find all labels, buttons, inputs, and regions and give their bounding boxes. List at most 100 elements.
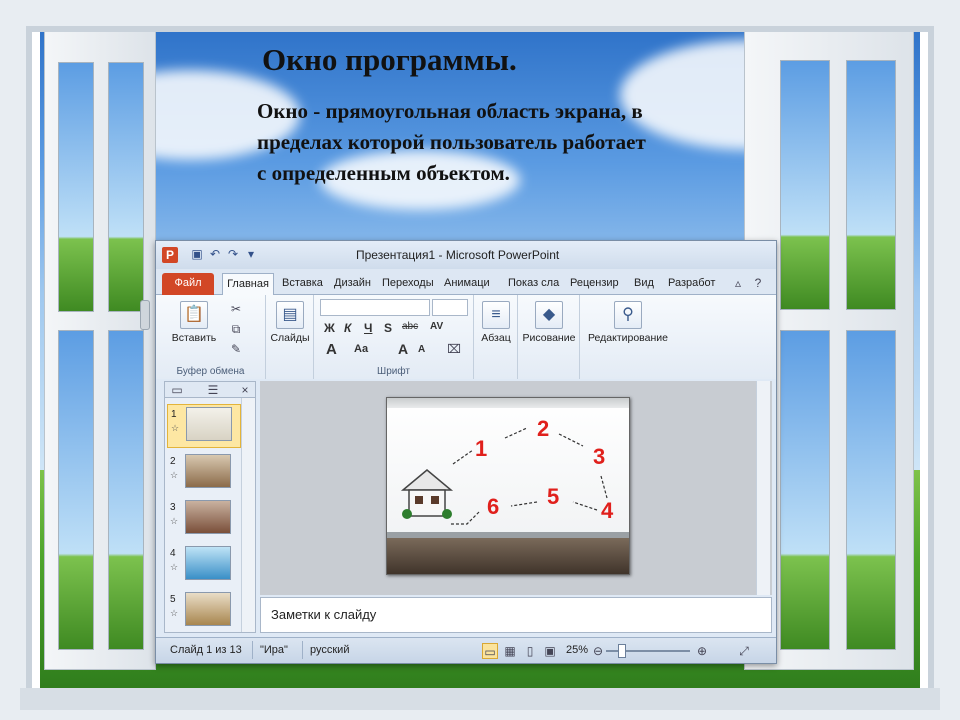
current-slide[interactable]: 1 2 3 4 5 6 — [386, 397, 630, 575]
help-icon[interactable]: ? — [750, 275, 766, 291]
powerpoint-icon[interactable]: P — [162, 247, 178, 263]
slide-number-label: 5 — [547, 484, 560, 509]
slideshow-view-icon[interactable]: ▣ — [542, 643, 558, 659]
editing-button[interactable]: ⚲ Редактирование — [582, 301, 674, 344]
slide-thumbnail[interactable]: 4 ☆ — [167, 544, 241, 588]
font-group-label: Шрифт — [377, 366, 410, 377]
tab-developer[interactable]: Разработ — [664, 273, 724, 295]
status-separator — [252, 641, 253, 659]
reading-view-icon[interactable]: ▯ — [522, 643, 538, 659]
tab-slideshow[interactable]: Показ сла — [504, 273, 564, 295]
paste-label: Вставить — [171, 332, 217, 344]
thumbnail-number: 5 — [170, 594, 176, 605]
tab-view[interactable]: Вид — [630, 273, 662, 295]
paragraph-button[interactable]: ≡ Абзац — [476, 301, 516, 344]
italic-button[interactable]: К — [344, 321, 351, 335]
tab-design[interactable]: Дизайн — [330, 273, 376, 295]
tab-insert[interactable]: Вставка — [278, 273, 328, 295]
redo-icon[interactable]: ↷ — [226, 247, 240, 261]
underline-button[interactable]: Ч — [364, 321, 372, 335]
thumbnail-number: 1 — [171, 409, 177, 420]
drawing-button[interactable]: ◆ Рисование — [520, 301, 578, 344]
paste-icon: 📋 — [180, 301, 208, 329]
outline-tab-icon[interactable]: ☰ — [205, 382, 221, 398]
slide-sorter-icon[interactable]: ▦ — [502, 643, 518, 659]
minimize-ribbon-icon[interactable]: ▵ — [730, 275, 746, 291]
tab-animations[interactable]: Анимаци — [440, 273, 502, 295]
star-icon: ☆ — [170, 516, 179, 526]
cut-icon[interactable]: ✂ — [228, 301, 244, 317]
notes-pane[interactable]: Заметки к слайду — [260, 597, 772, 633]
save-icon[interactable]: ▣ — [190, 247, 204, 261]
qat-menu-icon[interactable]: ▾ — [244, 247, 258, 261]
grow-font-button[interactable]: A — [398, 341, 408, 357]
fit-to-window-icon[interactable]: ⤢ — [736, 643, 752, 659]
slide-number-label: 6 — [487, 494, 500, 519]
zoom-out-icon[interactable]: ⊖ — [590, 643, 606, 659]
shrink-font-button[interactable]: A — [418, 344, 425, 355]
copy-icon[interactable]: ⧉ — [228, 321, 244, 337]
tab-file[interactable]: Файл — [162, 273, 214, 295]
page-title: Окно программы. — [262, 42, 517, 77]
tab-home[interactable]: Главная — [222, 273, 274, 295]
slides-group: ▤ Слайды — [266, 295, 314, 379]
format-painter-icon[interactable]: ✎ — [228, 341, 244, 357]
clear-formatting-icon[interactable]: ⌧ — [446, 341, 462, 357]
thumbnail-image — [185, 500, 231, 534]
star-icon: ☆ — [170, 562, 179, 572]
editing-group: ⚲ Редактирование — [580, 295, 676, 379]
slides-thumbnail-pane: ▭ ☰ × 1 ☆ 2 ☆ 3 ☆ 4 ☆ 5 ☆ — [164, 381, 256, 633]
bold-button[interactable]: Ж — [324, 321, 335, 335]
font-color-button[interactable]: A — [326, 341, 337, 358]
paragraph-group: ≡ Абзац — [474, 295, 518, 379]
powerpoint-window: P ▣ ↶ ↷ ▾ Презентация1 - Microsoft Power… — [155, 240, 777, 664]
slide-counter: Слайд 1 из 13 — [170, 644, 242, 656]
ribbon-tabs: Файл Главная Вставка Дизайн Переходы Ани… — [156, 269, 776, 295]
slides-button[interactable]: ▤ Слайды — [270, 301, 310, 344]
slides-tab-icon[interactable]: ▭ — [169, 382, 185, 398]
font-size-select[interactable] — [432, 299, 468, 316]
ribbon: 📋 Вставить ✂ ⧉ ✎ Буфер обмена ▤ Слайды Ж… — [156, 295, 776, 379]
star-icon: ☆ — [170, 470, 179, 480]
shadow-button[interactable]: S — [384, 321, 392, 335]
slides-icon: ▤ — [276, 301, 304, 329]
zoom-slider-handle[interactable] — [618, 644, 626, 658]
language-indicator[interactable]: русский — [310, 644, 349, 656]
zoom-level[interactable]: 25% — [566, 644, 588, 656]
undo-icon[interactable]: ↶ — [208, 247, 222, 261]
definition-text: Окно - прямоугольная область экрана, в п… — [257, 99, 646, 185]
thumbnail-scrollbar[interactable] — [241, 398, 255, 632]
status-bar: Слайд 1 из 13 "Ира" русский ▭ ▦ ▯ ▣ 25% … — [156, 637, 776, 663]
editing-label: Редактирование — [588, 332, 668, 344]
tab-review[interactable]: Рецензир — [566, 273, 628, 295]
strikethrough-button[interactable]: abc — [402, 321, 418, 332]
thumbnail-image — [185, 454, 231, 488]
paste-button[interactable]: 📋 Вставить — [166, 301, 222, 344]
slide-number-label: 3 — [593, 444, 606, 469]
slide-shelf — [387, 538, 629, 574]
zoom-in-icon[interactable]: ⊕ — [694, 643, 710, 659]
change-case-button[interactable]: Aa — [354, 343, 368, 355]
font-name-select[interactable] — [320, 299, 430, 316]
slide-number-label: 4 — [601, 498, 614, 523]
thumbnail-number: 2 — [170, 456, 176, 467]
slide-thumbnail[interactable]: 5 ☆ — [167, 590, 241, 634]
slide-scrollbar[interactable] — [756, 381, 770, 595]
character-spacing-button[interactable]: AV — [430, 321, 443, 332]
slide-thumbnail[interactable]: 1 ☆ — [167, 404, 241, 448]
normal-view-icon[interactable]: ▭ — [482, 643, 498, 659]
star-icon: ☆ — [171, 423, 180, 433]
title-bar: P ▣ ↶ ↷ ▾ Презентация1 - Microsoft Power… — [156, 241, 776, 269]
slide-thumbnail[interactable]: 2 ☆ — [167, 452, 241, 496]
slide-thumbnail[interactable]: 3 ☆ — [167, 498, 241, 542]
close-pane-icon[interactable]: × — [237, 382, 253, 398]
paragraph-icon: ≡ — [482, 301, 510, 329]
thumbnail-image — [185, 546, 231, 580]
drawing-label: Рисование — [522, 332, 576, 344]
tab-transitions[interactable]: Переходы — [378, 273, 438, 295]
slide-edit-area: 1 2 3 4 5 6 — [260, 381, 772, 595]
clipboard-group-label: Буфер обмена — [176, 366, 245, 377]
status-separator — [302, 641, 303, 659]
thumbnail-number: 4 — [170, 548, 176, 559]
notes-placeholder: Заметки к слайду — [271, 607, 377, 622]
